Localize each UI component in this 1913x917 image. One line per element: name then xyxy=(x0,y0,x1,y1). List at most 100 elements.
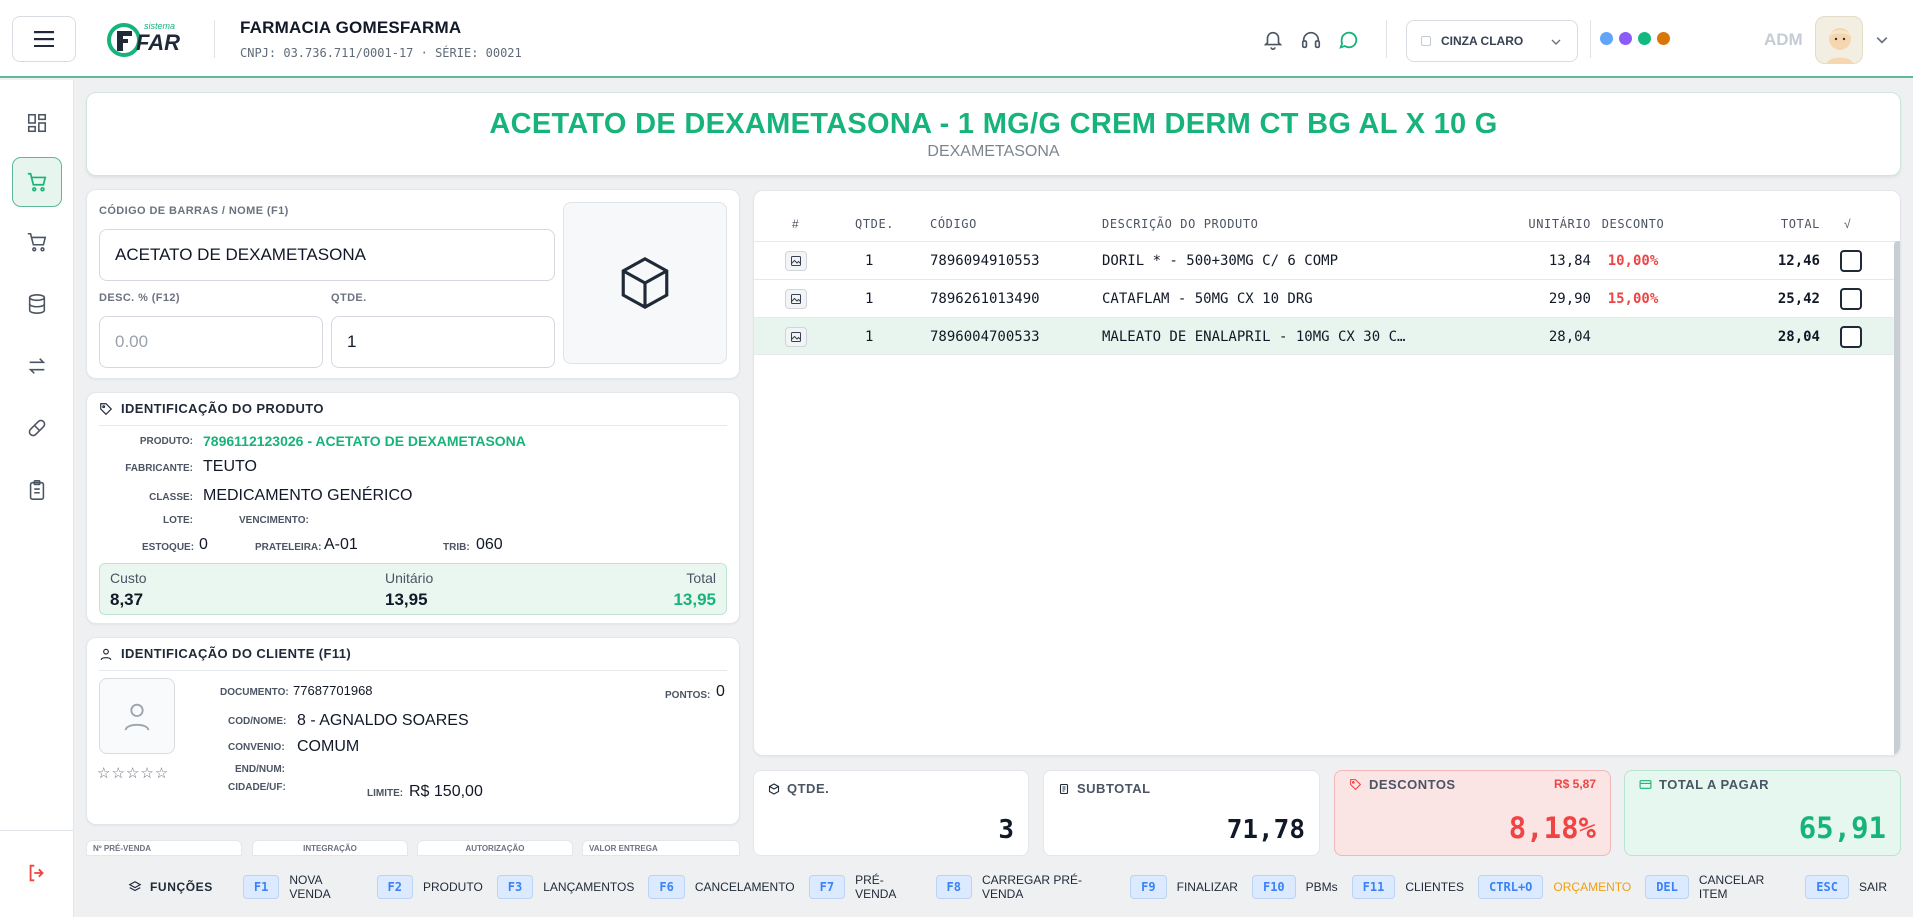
f9-label[interactable]: FINALIZAR xyxy=(1177,880,1238,894)
documento-value: 77687701968 xyxy=(293,683,373,698)
box-small-icon xyxy=(768,782,780,795)
sidebar-item-transfers[interactable] xyxy=(12,341,62,391)
sidebar-divider xyxy=(0,830,74,831)
sidebar-item-database[interactable] xyxy=(12,279,62,329)
discount-input[interactable]: 0.00 xyxy=(99,316,323,368)
subtotal-card: SUBTOTAL 71,78 xyxy=(1043,770,1320,856)
integracao-tab[interactable]: INTEGRAÇÃO xyxy=(252,840,408,856)
row-codigo: 7896261013490 xyxy=(930,291,1040,307)
f2-key[interactable]: F2 xyxy=(376,875,413,899)
row-qtde: 1 xyxy=(865,291,874,307)
f10-label[interactable]: PBMs xyxy=(1306,880,1338,894)
row-codigo: 7896094910553 xyxy=(930,253,1040,269)
table-row-selected[interactable]: 1 7896004700533 MALEATO DE ENALAPRIL - 1… xyxy=(754,317,1900,355)
top-header: sistema FAR FARMACIA GOMESFARMA CNPJ: 03… xyxy=(0,0,1913,78)
sidebar-item-reports[interactable] xyxy=(12,465,62,515)
color-dot-orange[interactable] xyxy=(1657,32,1670,45)
user-name: ADM xyxy=(1764,30,1803,49)
sidebar-item-purchases[interactable] xyxy=(12,217,62,267)
sidebar-item-medicines[interactable] xyxy=(12,403,62,453)
support-button[interactable] xyxy=(1298,27,1324,53)
menu-button[interactable] xyxy=(12,16,76,62)
dashboard-icon xyxy=(27,113,47,133)
sidebar-item-dashboard[interactable] xyxy=(12,98,62,148)
descontos-card: DESCONTOS R$ 5,87 8,18% xyxy=(1334,770,1611,856)
f11-key[interactable]: F11 xyxy=(1351,875,1396,899)
f1-label[interactable]: NOVA VENDA xyxy=(289,873,362,901)
f3-key[interactable]: F3 xyxy=(496,875,534,899)
pre-venda-tab[interactable]: Nº PRÉ-VENDA xyxy=(86,840,242,856)
total-card-label: TOTAL A PAGAR xyxy=(1659,777,1770,792)
database-icon xyxy=(28,294,46,314)
theme-select[interactable]: CINZA CLARO xyxy=(1406,20,1578,62)
row-checkbox[interactable] xyxy=(1840,250,1862,272)
descontos-card-value: 8,18% xyxy=(1508,811,1596,845)
esc-label[interactable]: SAIR xyxy=(1859,880,1887,894)
f11-label[interactable]: CLIENTES xyxy=(1405,880,1464,894)
theme-color-dots xyxy=(1600,32,1670,45)
logout-button[interactable] xyxy=(12,848,62,898)
total-value: 13,95 xyxy=(673,590,716,609)
f7-key[interactable]: F7 xyxy=(808,875,846,899)
table-scrollbar[interactable] xyxy=(1894,241,1900,755)
image-icon xyxy=(791,294,801,304)
trib-value: 060 xyxy=(476,536,503,553)
ctrl-o-key[interactable]: CTRL+O xyxy=(1478,875,1544,899)
product-info-title: IDENTIFICAÇÃO DO PRODUTO xyxy=(99,401,324,416)
row-image-button[interactable] xyxy=(785,251,807,271)
row-image-button[interactable] xyxy=(785,289,807,309)
table-row[interactable]: 1 7896094910553 DORIL * - 500+30MG C/ 6 … xyxy=(754,241,1900,279)
f6-key[interactable]: F6 xyxy=(648,875,685,899)
color-dot-green[interactable] xyxy=(1638,32,1651,45)
f1-key[interactable]: F1 xyxy=(242,875,280,899)
f8-key[interactable]: F8 xyxy=(935,875,972,899)
col-desconto: DESCONTO xyxy=(1601,217,1665,231)
color-dot-purple[interactable] xyxy=(1619,32,1632,45)
header-divider xyxy=(214,20,215,58)
table-row[interactable]: 1 7896261013490 CATAFLAM - 50MG CX 10 DR… xyxy=(754,279,1900,317)
client-rating-stars[interactable]: ☆☆☆☆☆ xyxy=(97,764,169,782)
f3-label[interactable]: LANÇAMENTOS xyxy=(543,880,634,894)
prateleira-value: A-01 xyxy=(324,536,358,553)
total-label: Total xyxy=(686,570,716,586)
del-key[interactable]: DEL xyxy=(1645,875,1689,899)
qty-input[interactable]: 1 xyxy=(331,316,555,368)
product-info-panel: IDENTIFICAÇÃO DO PRODUTO PRODUTO: 789611… xyxy=(86,392,740,624)
f7-label[interactable]: PRÉ-VENDA xyxy=(855,873,921,901)
headset-icon xyxy=(1301,31,1321,49)
del-label[interactable]: CANCELAR ITEM xyxy=(1699,873,1791,901)
produto-label: PRODUTO: xyxy=(139,436,193,447)
fabricante-label: FABRICANTE: xyxy=(125,463,193,474)
row-checkbox[interactable] xyxy=(1840,288,1862,310)
product-title: ACETATO DE DEXAMETASONA - 1 MG/G CREM DE… xyxy=(489,108,1498,140)
function-bar: FUNÇÕES F1 NOVA VENDA F2 PRODUTO F3 LANÇAME… xyxy=(86,867,1901,907)
f8-label[interactable]: CARREGAR PRÉ-VENDA xyxy=(982,873,1116,901)
row-descricao: DORIL * - 500+30MG C/ 6 COMP xyxy=(1102,253,1339,269)
prateleira-label: PRATELEIRA: xyxy=(255,542,322,553)
f6-label[interactable]: CANCELAMENTO xyxy=(695,880,795,894)
client-photo[interactable] xyxy=(99,678,175,754)
f9-key[interactable]: F9 xyxy=(1130,875,1167,899)
notifications-button[interactable] xyxy=(1260,27,1286,53)
total-card-value: 65,91 xyxy=(1798,811,1886,845)
product-info-title-text: IDENTIFICAÇÃO DO PRODUTO xyxy=(121,401,324,416)
vencimento-label: VENCIMENTO: xyxy=(239,515,309,526)
valor-entrega-tab[interactable]: VALOR ENTREGA xyxy=(582,840,740,856)
row-image-button[interactable] xyxy=(785,327,807,347)
user-menu-chevron-icon[interactable] xyxy=(1876,34,1888,46)
fabricante-value: TEUTO xyxy=(203,458,257,475)
row-checkbox[interactable] xyxy=(1840,326,1862,348)
logout-icon xyxy=(29,864,44,882)
esc-key[interactable]: ESC xyxy=(1805,875,1849,899)
f10-key[interactable]: F10 xyxy=(1251,875,1296,899)
user-avatar[interactable] xyxy=(1815,16,1863,64)
chat-button[interactable] xyxy=(1336,27,1362,53)
f2-label[interactable]: PRODUTO xyxy=(423,880,483,894)
ctrl-o-label[interactable]: ORÇAMENTO xyxy=(1553,880,1631,894)
row-unitario: 28,04 xyxy=(1548,329,1591,345)
box-icon xyxy=(621,257,669,309)
autorizacao-tab[interactable]: AUTORIZAÇÃO xyxy=(417,840,573,856)
color-dot-blue[interactable] xyxy=(1600,32,1613,45)
sidebar-item-sales[interactable] xyxy=(12,157,62,207)
barcode-input[interactable]: ACETATO DE DEXAMETASONA xyxy=(99,229,555,281)
